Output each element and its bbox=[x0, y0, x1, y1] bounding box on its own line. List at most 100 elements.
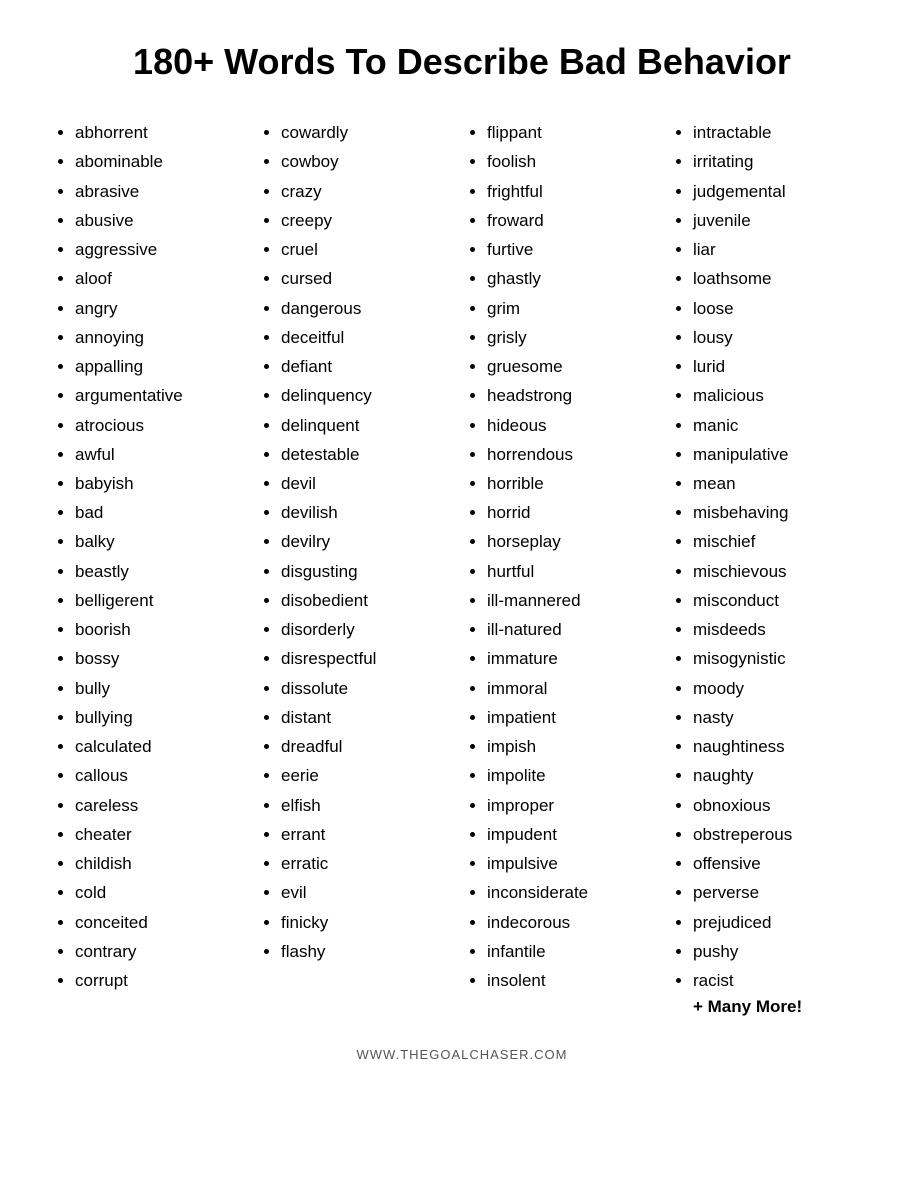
list-item: misbehaving bbox=[693, 498, 869, 527]
list-item: errant bbox=[281, 820, 457, 849]
list-item: malicious bbox=[693, 381, 869, 410]
list-item: dangerous bbox=[281, 294, 457, 323]
list-item: deceitful bbox=[281, 323, 457, 352]
list-item: foolish bbox=[487, 147, 663, 176]
list-item: offensive bbox=[693, 849, 869, 878]
list-item: beastly bbox=[75, 557, 251, 586]
list-item: bully bbox=[75, 674, 251, 703]
word-columns: abhorrentabominableabrasiveabusiveaggres… bbox=[50, 118, 874, 1017]
list-item: frightful bbox=[487, 177, 663, 206]
list-item: mischievous bbox=[693, 557, 869, 586]
list-item: cruel bbox=[281, 235, 457, 264]
list-item: impolite bbox=[487, 761, 663, 790]
list-item: immoral bbox=[487, 674, 663, 703]
list-item: mean bbox=[693, 469, 869, 498]
list-item: headstrong bbox=[487, 381, 663, 410]
list-item: cold bbox=[75, 878, 251, 907]
list-item: misconduct bbox=[693, 586, 869, 615]
word-column-3: flippantfoolishfrightfulfrowardfurtivegh… bbox=[462, 118, 668, 1017]
list-item: flippant bbox=[487, 118, 663, 147]
list-item: prejudiced bbox=[693, 908, 869, 937]
list-item: lurid bbox=[693, 352, 869, 381]
list-item: calculated bbox=[75, 732, 251, 761]
list-item: impatient bbox=[487, 703, 663, 732]
list-item: devil bbox=[281, 469, 457, 498]
list-item: crazy bbox=[281, 177, 457, 206]
list-item: delinquent bbox=[281, 411, 457, 440]
list-item: irritating bbox=[693, 147, 869, 176]
list-item: dissolute bbox=[281, 674, 457, 703]
list-item: pushy bbox=[693, 937, 869, 966]
many-more-label: + Many More! bbox=[673, 997, 869, 1017]
word-column-2: cowardlycowboycrazycreepycruelcurseddang… bbox=[256, 118, 462, 1017]
list-item: insolent bbox=[487, 966, 663, 995]
list-item: distant bbox=[281, 703, 457, 732]
list-item: flashy bbox=[281, 937, 457, 966]
list-item: balky bbox=[75, 527, 251, 556]
list-item: misogynistic bbox=[693, 644, 869, 673]
list-item: callous bbox=[75, 761, 251, 790]
list-item: abusive bbox=[75, 206, 251, 235]
list-item: disorderly bbox=[281, 615, 457, 644]
list-item: impish bbox=[487, 732, 663, 761]
list-item: grisly bbox=[487, 323, 663, 352]
list-item: disobedient bbox=[281, 586, 457, 615]
list-item: careless bbox=[75, 791, 251, 820]
list-item: grim bbox=[487, 294, 663, 323]
list-item: cheater bbox=[75, 820, 251, 849]
list-item: finicky bbox=[281, 908, 457, 937]
list-item: angry bbox=[75, 294, 251, 323]
list-item: gruesome bbox=[487, 352, 663, 381]
list-item: improper bbox=[487, 791, 663, 820]
list-item: cowboy bbox=[281, 147, 457, 176]
word-column-1: abhorrentabominableabrasiveabusiveaggres… bbox=[50, 118, 256, 1017]
list-item: lousy bbox=[693, 323, 869, 352]
list-item: naughtiness bbox=[693, 732, 869, 761]
list-item: conceited bbox=[75, 908, 251, 937]
list-item: disgusting bbox=[281, 557, 457, 586]
list-item: hideous bbox=[487, 411, 663, 440]
list-item: creepy bbox=[281, 206, 457, 235]
list-item: awful bbox=[75, 440, 251, 469]
list-item: loose bbox=[693, 294, 869, 323]
list-item: loathsome bbox=[693, 264, 869, 293]
list-item: argumentative bbox=[75, 381, 251, 410]
list-item: froward bbox=[487, 206, 663, 235]
list-item: abhorrent bbox=[75, 118, 251, 147]
footer-text: WWW.THEGOALCHASER.COM bbox=[50, 1047, 874, 1062]
list-item: racist bbox=[693, 966, 869, 995]
list-item: impulsive bbox=[487, 849, 663, 878]
list-item: ill-natured bbox=[487, 615, 663, 644]
list-item: moody bbox=[693, 674, 869, 703]
list-item: horrible bbox=[487, 469, 663, 498]
list-item: elfish bbox=[281, 791, 457, 820]
list-item: bullying bbox=[75, 703, 251, 732]
list-item: immature bbox=[487, 644, 663, 673]
list-item: indecorous bbox=[487, 908, 663, 937]
list-item: evil bbox=[281, 878, 457, 907]
list-item: aggressive bbox=[75, 235, 251, 264]
list-item: babyish bbox=[75, 469, 251, 498]
list-item: ghastly bbox=[487, 264, 663, 293]
list-item: liar bbox=[693, 235, 869, 264]
list-item: bossy bbox=[75, 644, 251, 673]
list-item: cowardly bbox=[281, 118, 457, 147]
list-item: bad bbox=[75, 498, 251, 527]
list-item: annoying bbox=[75, 323, 251, 352]
list-item: erratic bbox=[281, 849, 457, 878]
list-item: disrespectful bbox=[281, 644, 457, 673]
list-item: furtive bbox=[487, 235, 663, 264]
list-item: mischief bbox=[693, 527, 869, 556]
word-column-4: intractableirritatingjudgementaljuvenile… bbox=[668, 118, 874, 1017]
list-item: horrendous bbox=[487, 440, 663, 469]
list-item: corrupt bbox=[75, 966, 251, 995]
list-item: horseplay bbox=[487, 527, 663, 556]
list-item: delinquency bbox=[281, 381, 457, 410]
list-item: detestable bbox=[281, 440, 457, 469]
list-item: misdeeds bbox=[693, 615, 869, 644]
list-item: manipulative bbox=[693, 440, 869, 469]
list-item: infantile bbox=[487, 937, 663, 966]
list-item: ill-mannered bbox=[487, 586, 663, 615]
list-item: eerie bbox=[281, 761, 457, 790]
page-title: 180+ Words To Describe Bad Behavior bbox=[50, 40, 874, 83]
